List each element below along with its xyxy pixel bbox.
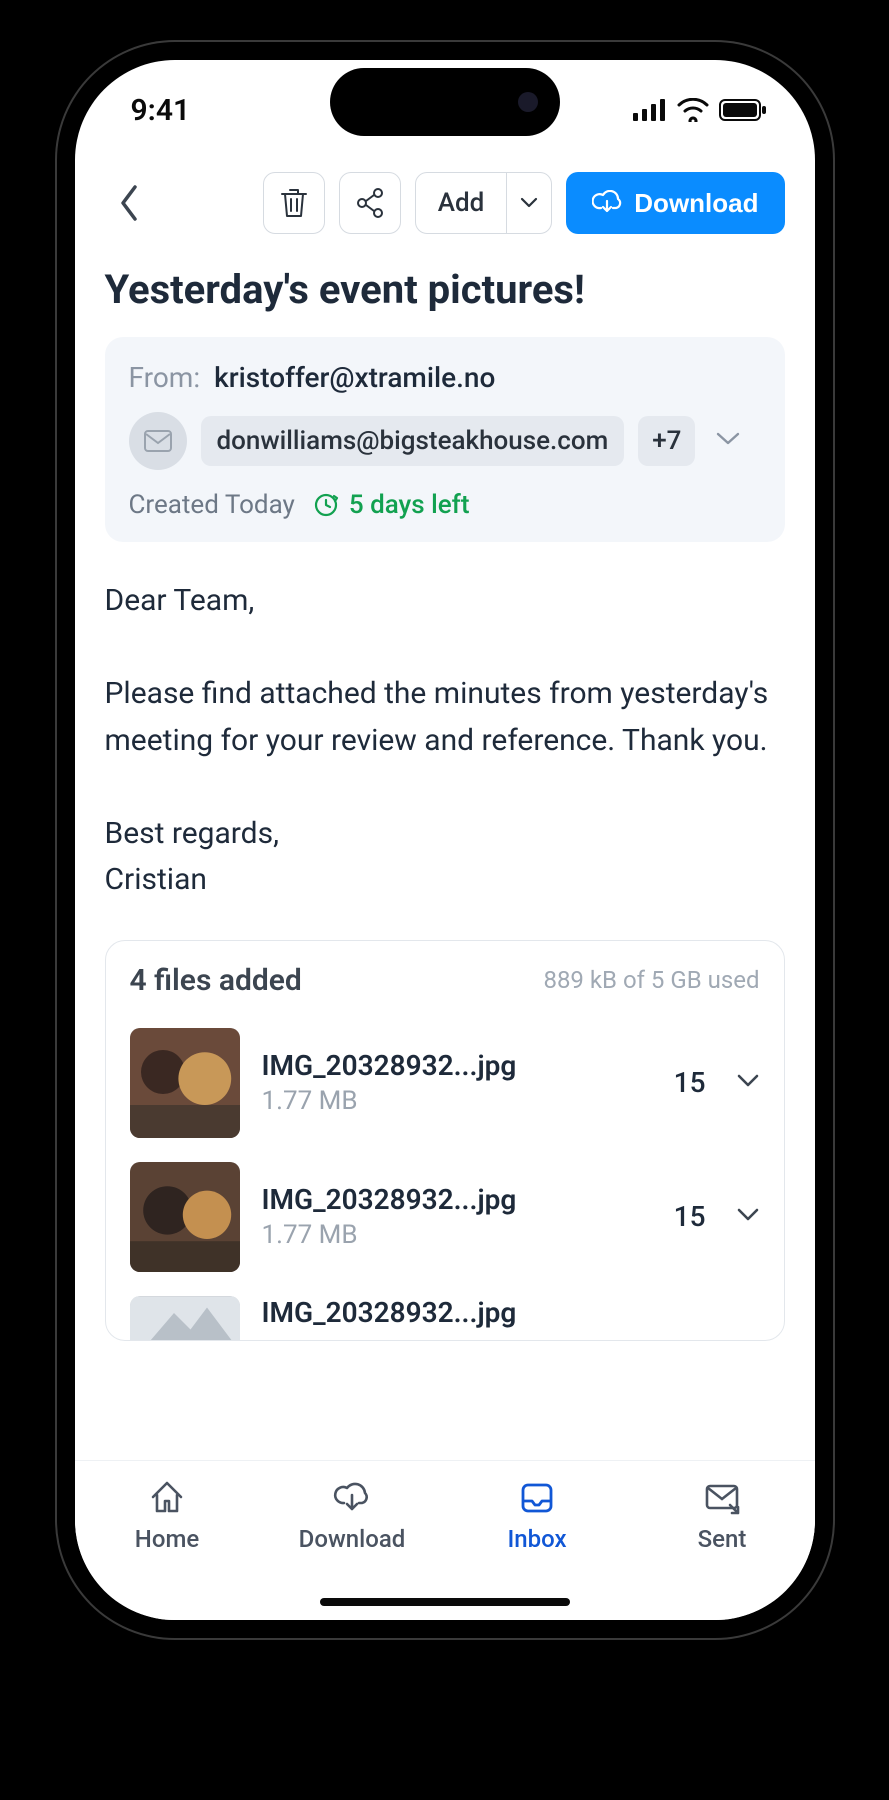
extra-recipients-chip[interactable]: +7	[638, 416, 695, 466]
chevron-left-icon	[117, 183, 141, 223]
mail-avatar	[129, 412, 187, 470]
home-icon	[145, 1475, 189, 1519]
trash-icon	[279, 187, 309, 219]
chevron-down-icon	[519, 196, 539, 210]
from-row: From: kristoffer@xtramile.no	[129, 361, 761, 394]
file-size: 1.77 MB	[262, 1220, 652, 1250]
battery-icon	[719, 98, 767, 122]
chevron-down-icon	[736, 1207, 760, 1223]
cloud-download-icon	[592, 190, 622, 216]
file-expand-button[interactable]	[736, 1207, 760, 1227]
recipient-chip[interactable]: donwilliams@bigsteakhouse.com	[201, 416, 625, 466]
file-expand-button[interactable]	[736, 1073, 760, 1093]
delete-button[interactable]	[263, 172, 325, 234]
clock-refresh-icon	[313, 492, 339, 518]
days-left: 5 days left	[313, 490, 470, 520]
toolbar: Add Download	[75, 160, 815, 244]
tab-bar: Home Download Inbox Sent	[75, 1460, 815, 1620]
device-notch	[330, 68, 560, 136]
files-card: 4 files added 889 kB of 5 GB used IMG_20…	[105, 940, 785, 1341]
home-indicator[interactable]	[320, 1598, 570, 1606]
back-button[interactable]	[105, 179, 153, 227]
status-indicators	[633, 98, 767, 122]
content-scroll[interactable]: From: kristoffer@xtramile.no donwilliams…	[75, 337, 815, 1460]
file-size: 1.77 MB	[262, 1086, 652, 1116]
add-button-caret[interactable]	[507, 173, 551, 233]
envelope-icon	[143, 429, 173, 453]
file-name: IMG_20328932...jpg	[262, 1296, 760, 1329]
created-label: Created Today	[129, 490, 295, 520]
files-usage: 889 kB of 5 GB used	[543, 966, 759, 994]
file-row[interactable]: IMG_20328932...jpg 1.77 MB 15	[130, 1016, 760, 1150]
chevron-down-icon	[715, 431, 741, 447]
wifi-icon	[677, 98, 709, 122]
from-email[interactable]: kristoffer@xtramile.no	[214, 361, 495, 394]
file-count: 15	[674, 1066, 706, 1099]
file-row[interactable]: IMG_20328932...jpg	[130, 1284, 760, 1340]
tab-label: Download	[299, 1525, 406, 1553]
days-left-text: 5 days left	[349, 490, 470, 520]
device-frame: 9:41 Add	[55, 40, 835, 1640]
from-label: From:	[129, 361, 201, 394]
add-button-label: Add	[416, 173, 508, 233]
download-button[interactable]: Download	[566, 172, 784, 234]
cellular-icon	[633, 99, 667, 121]
chevron-down-icon	[736, 1073, 760, 1089]
message-body: Dear Team, Please find attached the minu…	[75, 542, 815, 932]
page-title: Yesterday's event pictures!	[75, 244, 815, 337]
files-title: 4 files added	[130, 963, 302, 998]
tab-label: Home	[135, 1525, 199, 1553]
tab-label: Inbox	[507, 1525, 566, 1553]
tab-label: Sent	[698, 1525, 747, 1553]
file-name: IMG_20328932...jpg	[262, 1183, 652, 1216]
message-meta-card: From: kristoffer@xtramile.no donwilliams…	[105, 337, 785, 542]
files-header: 4 files added 889 kB of 5 GB used	[130, 963, 760, 998]
screen: 9:41 Add	[75, 60, 815, 1620]
tab-sent[interactable]: Sent	[630, 1475, 815, 1620]
tab-home[interactable]: Home	[75, 1475, 260, 1620]
share-icon	[355, 187, 385, 219]
file-row[interactable]: IMG_20328932...jpg 1.77 MB 15	[130, 1150, 760, 1284]
file-count: 15	[674, 1200, 706, 1233]
created-row: Created Today 5 days left	[129, 490, 761, 520]
file-name: IMG_20328932...jpg	[262, 1049, 652, 1082]
file-thumbnail	[130, 1028, 240, 1138]
expand-recipients-button[interactable]	[715, 431, 741, 451]
file-thumbnail	[130, 1296, 240, 1340]
cloud-download-icon	[330, 1475, 374, 1519]
sent-icon	[700, 1475, 744, 1519]
status-time: 9:41	[131, 93, 191, 128]
share-button[interactable]	[339, 172, 401, 234]
add-button[interactable]: Add	[415, 172, 553, 234]
file-thumbnail	[130, 1162, 240, 1272]
recipients-row: donwilliams@bigsteakhouse.com +7	[129, 412, 761, 470]
inbox-icon	[515, 1475, 559, 1519]
download-button-label: Download	[634, 188, 758, 219]
